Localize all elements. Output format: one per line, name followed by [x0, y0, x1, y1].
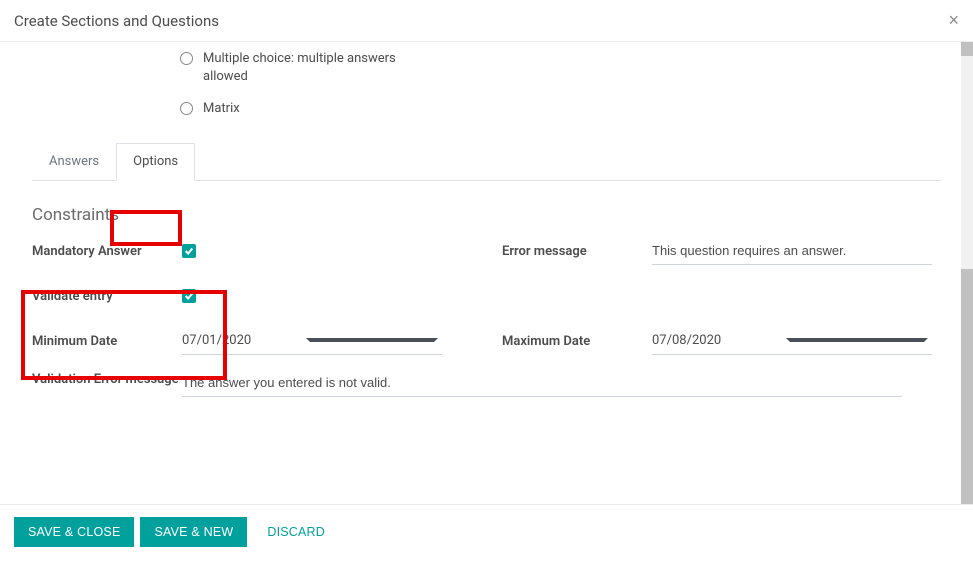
radio-label: Multiple choice: multiple answers allowe…: [203, 50, 443, 86]
check-icon: [184, 291, 194, 301]
radio-icon: [180, 102, 193, 115]
radio-icon: [180, 52, 193, 65]
label-error-message: Error message: [502, 244, 652, 259]
discard-button[interactable]: Discard: [253, 517, 339, 547]
scrollbar-arrow-up[interactable]: [961, 42, 973, 56]
modal-title: Create Sections and Questions: [14, 12, 219, 30]
tabs-container: Answers Options: [0, 143, 973, 181]
section-title-constraints: Constraints: [0, 181, 973, 239]
modal-footer: Save & Close Save & New Discard: [0, 504, 973, 559]
save-close-button[interactable]: Save & Close: [14, 517, 134, 547]
caret-down-icon: [306, 338, 438, 342]
tab-options[interactable]: Options: [116, 143, 195, 181]
label-minimum-date: Minimum Date: [32, 334, 182, 349]
question-type-radios: Multiple choice: multiple answers allowe…: [0, 42, 973, 143]
minimum-date-value: 07/01/2020: [182, 333, 306, 348]
check-icon: [184, 246, 194, 256]
label-validation-error-message: Validation Error message: [32, 371, 182, 389]
minimum-date-input[interactable]: 07/01/2020: [182, 329, 442, 355]
mandatory-answer-checkbox[interactable]: [182, 244, 196, 258]
caret-down-icon: [786, 338, 928, 342]
validate-entry-checkbox-cell: [182, 289, 442, 305]
scrollbar-track[interactable]: [961, 42, 973, 504]
tab-answers[interactable]: Answers: [32, 143, 116, 180]
validation-error-message-input[interactable]: [182, 371, 902, 397]
modal-header: Create Sections and Questions ×: [0, 0, 973, 42]
mandatory-answer-checkbox-cell: [182, 244, 442, 260]
tab-list: Answers Options: [32, 143, 941, 181]
maximum-date-input[interactable]: 07/08/2020: [652, 329, 932, 355]
modal-body: Multiple choice: multiple answers allowe…: [0, 42, 973, 504]
close-icon: ×: [948, 10, 959, 30]
radio-multiple-choice-multi[interactable]: Multiple choice: multiple answers allowe…: [180, 50, 973, 86]
constraints-grid: Mandatory Answer Error message Validate …: [0, 239, 973, 355]
label-mandatory-answer: Mandatory Answer: [32, 244, 182, 259]
validate-entry-checkbox[interactable]: [182, 289, 196, 303]
error-message-input[interactable]: [652, 239, 932, 265]
label-maximum-date: Maximum Date: [502, 334, 652, 349]
radio-matrix[interactable]: Matrix: [180, 100, 973, 118]
validation-error-row: Validation Error message: [0, 355, 973, 397]
save-new-button[interactable]: Save & New: [140, 517, 247, 547]
label-validate-entry: Validate entry: [32, 289, 182, 304]
close-button[interactable]: ×: [948, 10, 959, 31]
scrollbar-thumb[interactable]: [961, 269, 973, 504]
radio-label: Matrix: [203, 100, 240, 118]
maximum-date-value: 07/08/2020: [652, 333, 786, 348]
